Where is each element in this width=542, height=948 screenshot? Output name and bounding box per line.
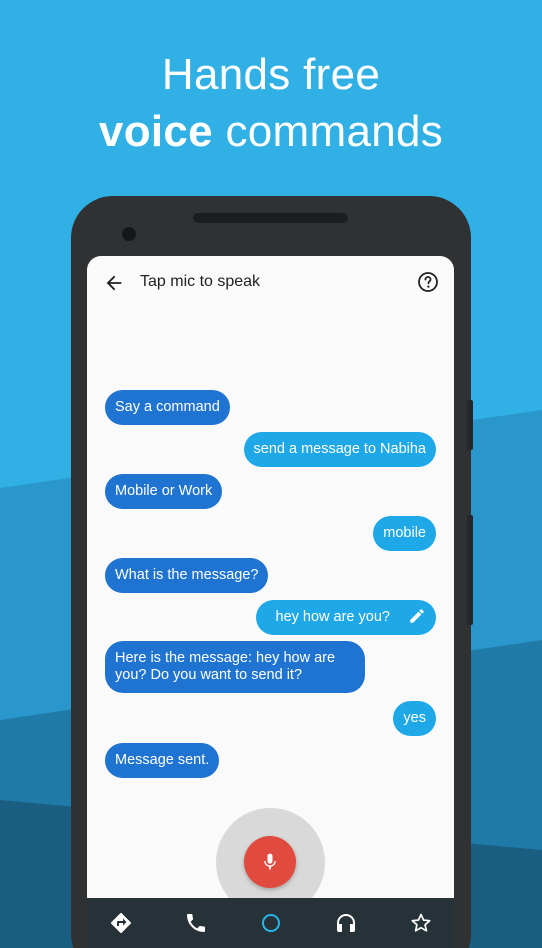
headline: Hands free voice commands — [0, 46, 542, 160]
user-message: mobile — [373, 516, 436, 551]
phone-icon[interactable] — [184, 911, 208, 935]
microphone-icon — [264, 853, 276, 870]
assistant-message: What is the message? — [105, 558, 269, 593]
assistant-message: Mobile or Work — [105, 474, 223, 509]
bottom-nav-bar — [87, 898, 454, 948]
arrow-back-icon[interactable] — [103, 272, 125, 294]
user-message: hey how are you? — [255, 600, 436, 635]
help-circle-icon[interactable] — [416, 270, 440, 294]
directions-icon[interactable] — [109, 911, 133, 935]
phone-camera — [122, 227, 136, 241]
user-message: send a message to Nabiha — [243, 432, 436, 467]
phone-side-button — [467, 400, 473, 450]
page-title: Tap mic to speak — [140, 273, 261, 290]
app-screen: Tap mic to speak Say a command send a me… — [87, 256, 454, 948]
headphones-icon[interactable] — [334, 911, 358, 935]
headline-line-2: voice commands — [0, 103, 542, 160]
user-message-text: hey how are you? — [275, 609, 390, 625]
assistant-message: Say a command — [105, 390, 230, 425]
assistant-message: Message sent. — [105, 743, 220, 778]
assistant-message: Here is the message: hey how are you? Do… — [105, 641, 365, 693]
phone-side-button — [467, 515, 473, 625]
star-icon[interactable] — [409, 911, 433, 935]
headline-bold-word: voice — [98, 107, 213, 156]
phone-speaker — [193, 213, 348, 223]
user-message: yes — [393, 701, 436, 736]
headline-line-1: Hands free — [161, 50, 381, 99]
mic-button[interactable] — [244, 836, 296, 888]
headline-rest: commands — [225, 107, 444, 156]
edit-icon[interactable] — [408, 607, 426, 625]
top-bar: Tap mic to speak — [87, 256, 454, 308]
assistant-circle-icon[interactable] — [259, 911, 283, 935]
